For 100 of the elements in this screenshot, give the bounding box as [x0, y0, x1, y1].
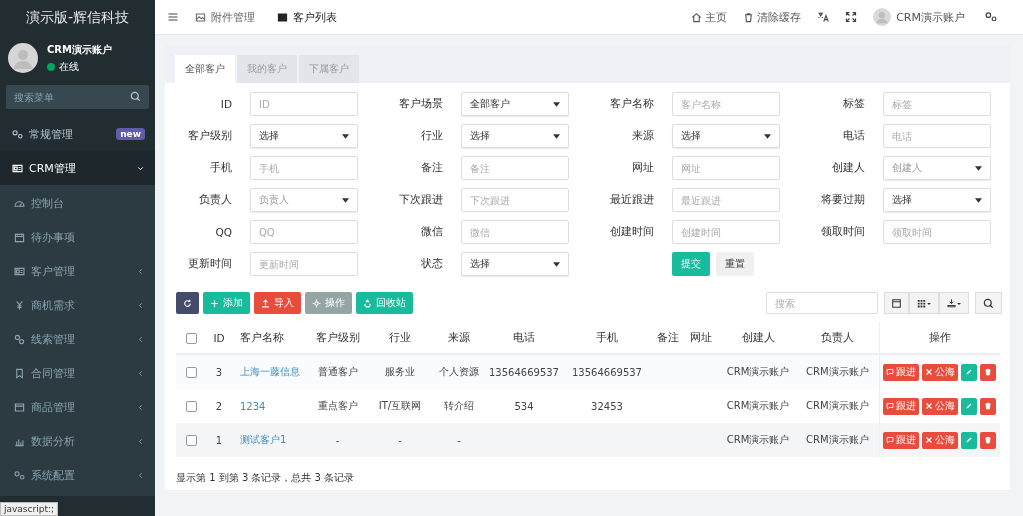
- follow-up-button[interactable]: 跟进: [883, 363, 920, 381]
- caret-icon: [975, 197, 982, 203]
- delete-button[interactable]: [980, 363, 997, 381]
- submit-button[interactable]: 提交: [672, 252, 710, 276]
- submenu-item[interactable]: 系统配置: [0, 458, 155, 492]
- submenu-item[interactable]: 待办事项: [0, 220, 155, 254]
- submenu-item[interactable]: 控制台: [0, 186, 155, 220]
- table-cell: 个人资源: [439, 366, 479, 377]
- follow-up-button[interactable]: 跟进: [883, 431, 920, 449]
- list-icon: [277, 11, 288, 23]
- menu-icon[interactable]: [167, 11, 179, 23]
- input-field[interactable]: 微信: [461, 220, 569, 244]
- export-caret-icon: [946, 298, 962, 308]
- input-field[interactable]: 电话: [883, 124, 991, 148]
- checkbox[interactable]: [185, 332, 197, 344]
- customer-link[interactable]: 1234: [240, 400, 266, 412]
- recycle-button[interactable]: 回收站: [356, 292, 413, 314]
- submenu-item[interactable]: 数据分析: [0, 424, 155, 458]
- calendar-icon: [14, 231, 25, 243]
- checkbox[interactable]: [185, 400, 197, 412]
- edit-button[interactable]: [961, 363, 978, 381]
- input-field[interactable]: QQ: [250, 220, 358, 244]
- select-field[interactable]: 负责人: [250, 188, 358, 212]
- filter-tab[interactable]: 我的客户: [237, 55, 297, 83]
- edit-button[interactable]: [961, 431, 978, 449]
- input-field[interactable]: 更新时间: [250, 252, 358, 276]
- public-pool-button[interactable]: 公海: [922, 431, 959, 449]
- search-button[interactable]: [975, 292, 1002, 314]
- caret-icon: [553, 261, 560, 267]
- trash-icon: [984, 402, 993, 410]
- grid-caret-icon: [916, 298, 932, 308]
- follow-up-button[interactable]: 跟进: [883, 397, 920, 415]
- select-field[interactable]: 创建人: [883, 156, 991, 180]
- toggle-view-button[interactable]: [884, 292, 909, 314]
- field-label: 领取时间: [820, 225, 865, 239]
- avatar-icon: [8, 43, 38, 73]
- select-field[interactable]: 选择: [461, 124, 569, 148]
- public-pool-button[interactable]: 公海: [922, 397, 959, 415]
- field-label: ID: [219, 98, 232, 110]
- submenu-item[interactable]: 商品管理: [0, 390, 155, 424]
- table-cell: 32453: [591, 400, 623, 412]
- close-icon: [925, 402, 934, 410]
- menu-item[interactable]: CRM管理: [0, 151, 155, 185]
- table-cell: 重点客户: [317, 400, 358, 411]
- import-button[interactable]: 导入: [254, 292, 301, 314]
- select-field[interactable]: 选择: [883, 188, 991, 212]
- refresh-button[interactable]: [176, 292, 199, 314]
- account-menu[interactable]: CRM演示账户: [873, 8, 965, 26]
- filter-tab[interactable]: 下属客户: [299, 55, 359, 83]
- export-button[interactable]: [939, 292, 969, 314]
- select-field[interactable]: 选择: [461, 252, 569, 276]
- input-field[interactable]: 最近跟进: [672, 188, 780, 212]
- input-field[interactable]: ID: [250, 92, 358, 116]
- reset-button[interactable]: 重置: [716, 252, 754, 276]
- checkbox[interactable]: [185, 434, 197, 446]
- columns-button[interactable]: [909, 292, 939, 314]
- delete-button[interactable]: [980, 431, 997, 449]
- menu-item[interactable]: 常规管理 new: [0, 117, 155, 151]
- translate-icon[interactable]: [817, 11, 830, 23]
- add-button[interactable]: 添加: [203, 292, 250, 314]
- input-field[interactable]: 手机: [250, 156, 358, 180]
- public-pool-button[interactable]: 公海: [922, 363, 959, 381]
- input-field[interactable]: 客户名称: [672, 92, 780, 116]
- field-label: 网址: [631, 161, 654, 175]
- edit-button[interactable]: [961, 397, 978, 415]
- menu-search-field[interactable]: 搜索菜单: [6, 85, 149, 109]
- table-cell: IT/互联网: [378, 400, 422, 411]
- field-label: 客户级别: [187, 129, 232, 143]
- submenu-item[interactable]: 客户管理: [0, 254, 155, 288]
- input-field[interactable]: 创建时间: [672, 220, 780, 244]
- table-cell: 普通客户: [317, 366, 358, 377]
- chevron-left-icon: [136, 300, 145, 310]
- input-field[interactable]: 领取时间: [883, 220, 991, 244]
- nav-link[interactable]: 清除缓存: [743, 9, 802, 25]
- table-search-field[interactable]: 搜索: [766, 292, 878, 314]
- filter-tab[interactable]: 全部客户: [175, 55, 235, 83]
- checkbox[interactable]: [185, 366, 197, 378]
- home-icon: [691, 11, 703, 23]
- fullscreen-icon[interactable]: [845, 11, 858, 23]
- submenu-item[interactable]: 线索管理: [0, 322, 155, 356]
- search-icon: [983, 297, 994, 309]
- field-label: QQ: [214, 226, 232, 238]
- operate-button[interactable]: 操作: [305, 292, 352, 314]
- table-cell: -: [457, 434, 461, 446]
- submenu-item[interactable]: 商机需求: [0, 288, 155, 322]
- nav-tab[interactable]: 客户列表: [277, 9, 337, 25]
- delete-button[interactable]: [980, 397, 997, 415]
- select-field[interactable]: 选择: [672, 124, 780, 148]
- nav-tab[interactable]: 附件管理: [195, 9, 255, 25]
- table-cell: 服务业: [385, 366, 415, 377]
- nav-link[interactable]: 主页: [691, 9, 728, 25]
- input-field[interactable]: 下次跟进: [461, 188, 569, 212]
- input-field[interactable]: 备注: [461, 156, 569, 180]
- input-field[interactable]: 标签: [883, 92, 991, 116]
- input-field[interactable]: 网址: [672, 156, 780, 180]
- table-icon: [891, 297, 902, 309]
- select-field[interactable]: 全部客户: [461, 92, 569, 116]
- pencil-icon: [965, 436, 974, 444]
- submenu-item[interactable]: 合同管理: [0, 356, 155, 390]
- select-field[interactable]: 选择: [250, 124, 358, 148]
